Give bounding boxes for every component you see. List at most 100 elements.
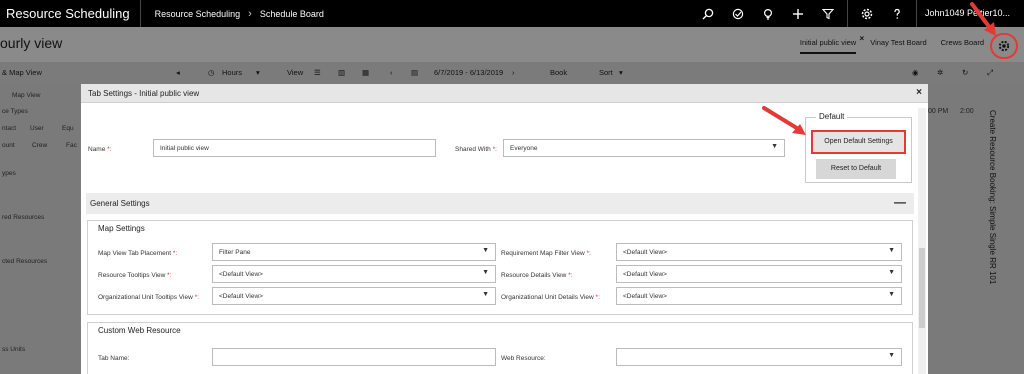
divider [847,0,848,27]
caret-down-icon: ▼ [771,143,778,150]
chevron-left-icon[interactable]: ◂ [176,68,180,77]
create-booking-side-panel[interactable]: Create Resource Booking: Simple Single R… [988,110,997,284]
tab-name-field[interactable] [212,348,496,366]
breadcrumb-resource-scheduling[interactable]: Resource Scheduling [155,9,241,19]
custom-web-resource-group: Custom Web Resource Tab Name: Web Resour… [87,322,913,374]
filter-label: cted Resources [2,258,48,265]
dialog-scrollbar[interactable] [918,108,926,374]
list-view-icon[interactable]: ☰ [314,68,321,77]
board-header: ourly view Initial public view × Vinay T… [0,27,1024,62]
filter-chip[interactable]: Crew [32,142,47,149]
resource-details-view-select[interactable]: <Default View> ▼ [616,265,902,283]
top-nav-bar: Resource Scheduling Resource Scheduling … [0,0,1024,27]
org-unit-details-view-label: Organizational Unit Details View *: [501,294,600,301]
name-label: Name *: [88,146,112,153]
help-icon[interactable] [882,0,912,27]
filter-chip[interactable]: Equ [62,125,74,132]
caret-down-icon[interactable]: ▾ [256,68,260,77]
shared-with-label: Shared With *: [455,146,497,153]
scrollbar-thumb[interactable] [919,248,925,328]
book-button[interactable]: Book [550,68,567,77]
resource-details-view-label: Resource Details View *: [501,272,573,279]
gantt-view-icon[interactable]: ▥ [338,68,345,77]
board-tabs: Initial public view × Vinay Test Board C… [799,34,984,54]
map-view-tab[interactable]: Map View [12,92,40,99]
clock-icon: ◷ [208,68,215,77]
name-field[interactable]: Initial public view [153,139,436,157]
chevron-right-icon: › [248,7,252,20]
close-icon[interactable]: × [916,87,922,98]
date-range[interactable]: 6/7/2019 - 6/13/2019 [434,68,503,77]
shared-with-value: Everyone [510,145,538,152]
filter-label: ss Units [2,346,26,353]
grid-view-icon[interactable]: ▦ [362,68,369,77]
filter-icon[interactable] [813,0,843,27]
filter-chip[interactable]: Fac [66,142,77,149]
tab-vinay-test-board[interactable]: Vinay Test Board [870,38,926,54]
app-title[interactable]: Resource Scheduling [0,0,141,27]
gear-icon[interactable] [852,0,882,27]
filter-label: ypes [2,170,16,177]
resource-tooltips-view-select[interactable]: <Default View> ▼ [212,265,496,283]
view-label: View [287,68,304,77]
previous-icon[interactable]: ‹ [390,68,393,77]
tab-initial-public-view[interactable]: Initial public view × [799,34,864,54]
next-icon[interactable]: › [512,68,515,77]
tab-label: Initial public view [799,38,857,47]
filter-chip[interactable]: ntact [2,125,16,132]
filter-chip[interactable]: User [30,125,44,132]
plus-icon[interactable] [783,0,813,27]
annotation-arrow-icon [762,106,806,135]
schedule-background: 00 PM 2:00 [928,84,1024,374]
map-settings-group: Map Settings Map View Tab Placement *: F… [87,220,913,315]
open-default-settings-button[interactable]: Open Default Settings [811,130,906,154]
sort-dropdown[interactable]: Sort [599,68,613,77]
breadcrumb-schedule-board[interactable]: Schedule Board [260,9,324,19]
dialog-header: Tab Settings - Initial public view × [81,84,928,103]
default-group: Default Open Default Settings Reset to D… [805,112,912,183]
default-legend: Default [816,112,848,121]
tab-crews-board[interactable]: Crews Board [941,38,984,54]
time-header: 00 PM [928,108,949,115]
filter-label: ce Types [2,108,28,115]
shared-with-select[interactable]: Everyone ▼ [503,139,785,157]
map-view-panel-label: & Map View [2,68,42,77]
page-title: ourly view [0,35,63,51]
caret-down-icon: ▼ [888,247,895,254]
caret-down-icon[interactable]: ▾ [619,68,623,77]
dialog-title: Tab Settings - Initial public view [88,89,200,98]
filter-chip[interactable]: ount [2,142,15,149]
settings-icon[interactable]: ✲ [937,68,943,77]
map-settings-title: Map Settings [98,224,145,233]
org-unit-tooltips-view-label: Organizational Unit Tooltips View *: [98,294,199,301]
time-header: 2:00 [960,108,974,115]
tab-name-label: Tab Name: [98,355,130,362]
map-view-tab-placement-select[interactable]: Filter Pane ▼ [212,243,496,261]
eye-icon[interactable]: ◉ [912,68,919,77]
org-unit-details-view-select[interactable]: <Default View> ▼ [616,287,902,305]
general-settings-section[interactable]: General Settings — [86,193,914,214]
calendar-icon[interactable]: ▤ [411,68,418,77]
reset-to-default-button[interactable]: Reset to Default [816,159,896,179]
schedule-toolbar: & Map View ◂ ◷ Hours ▾ View ☰ ▥ ▦ ‹ ▤ 6/… [0,62,1024,84]
custom-web-resource-title: Custom Web Resource [98,326,181,335]
caret-down-icon: ▼ [482,247,489,254]
search-icon[interactable] [693,0,723,27]
lightbulb-icon[interactable] [753,0,783,27]
expand-icon[interactable]: ⤢ [987,68,993,78]
gear-icon [998,40,1010,52]
hours-dropdown[interactable]: Hours [222,68,242,77]
collapse-icon[interactable]: — [894,195,906,209]
web-resource-select[interactable]: ▼ [616,348,902,366]
org-unit-tooltips-view-select[interactable]: <Default View> ▼ [212,287,496,305]
resource-tooltips-view-label: Resource Tooltips View *: [98,272,172,279]
refresh-icon[interactable]: ↻ [962,68,968,77]
close-tab-icon[interactable]: × [860,34,865,43]
requirement-map-filter-view-select[interactable]: <Default View> ▼ [616,243,902,261]
caret-down-icon: ▼ [482,291,489,298]
caret-down-icon: ▼ [482,269,489,276]
web-resource-label: Web Resource: [501,355,546,362]
caret-down-icon: ▼ [888,269,895,276]
task-icon[interactable] [723,0,753,27]
map-view-tab-placement-label: Map View Tab Placement *: [98,250,178,257]
